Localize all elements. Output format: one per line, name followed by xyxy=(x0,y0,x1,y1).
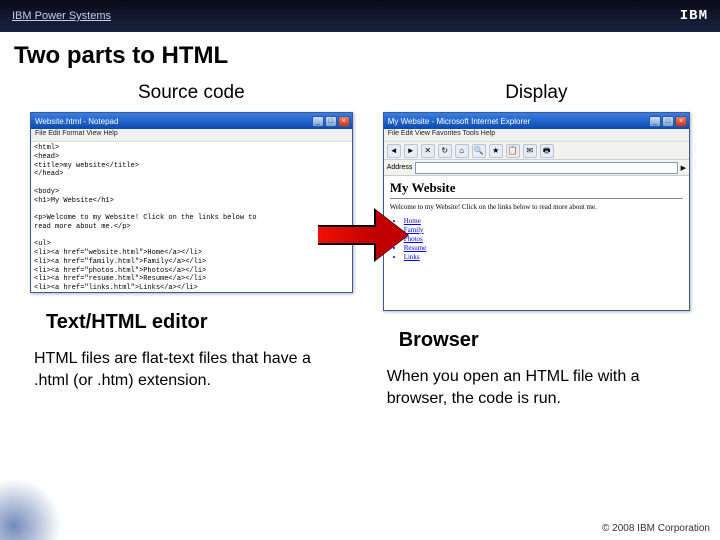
arrow-body-icon xyxy=(318,225,378,245)
list-item[interactable]: Links xyxy=(404,253,683,261)
browser-titlebar: My Website - Microsoft Internet Explorer… xyxy=(384,113,689,129)
list-item[interactable]: Resume xyxy=(404,244,683,252)
left-label: Source code xyxy=(138,82,245,104)
history-icon[interactable]: 📋 xyxy=(506,144,520,158)
notepad-menubar[interactable]: File Edit Format View Help xyxy=(31,129,352,142)
maximize-icon[interactable]: □ xyxy=(325,116,337,127)
ibm-logo: IBM xyxy=(680,8,708,24)
address-bar: Address ▶ xyxy=(384,160,689,176)
address-input[interactable] xyxy=(415,162,677,174)
footer-decoration xyxy=(0,470,70,540)
page-intro: Welcome to my Website! Click on the link… xyxy=(390,203,683,211)
browser-window: My Website - Microsoft Internet Explorer… xyxy=(383,112,690,311)
address-label: Address xyxy=(387,164,413,171)
go-icon[interactable]: ▶ xyxy=(681,164,686,172)
slide-header: IBM Power Systems IBM xyxy=(0,0,720,32)
window-controls: _ □ × xyxy=(312,116,350,127)
close-icon[interactable]: × xyxy=(675,116,687,127)
right-label: Display xyxy=(505,82,567,104)
browser-title: My Website - Microsoft Internet Explorer xyxy=(388,117,531,126)
close-icon[interactable]: × xyxy=(338,116,350,127)
left-desc: HTML files are flat-text files that have… xyxy=(30,348,353,391)
divider xyxy=(390,198,683,199)
arrow-head-icon xyxy=(376,210,408,260)
browser-toolbar: ◄ ► ✕ ↻ ⌂ 🔍 ★ 📋 ✉ 🖶 xyxy=(384,142,689,160)
browser-content: My Website Welcome to my Website! Click … xyxy=(384,176,689,310)
search-icon[interactable]: 🔍 xyxy=(472,144,486,158)
window-controls: _ □ × xyxy=(649,116,687,127)
refresh-icon[interactable]: ↻ xyxy=(438,144,452,158)
notepad-window: Website.html - Notepad _ □ × File Edit F… xyxy=(30,112,353,293)
right-column: Display My Website - Microsoft Internet … xyxy=(383,76,690,409)
maximize-icon[interactable]: □ xyxy=(662,116,674,127)
back-icon[interactable]: ◄ xyxy=(387,144,401,158)
notepad-content: <html> <head> <title>my website</title> … xyxy=(31,142,352,292)
print-icon[interactable]: 🖶 xyxy=(540,144,554,158)
browser-menubar[interactable]: File Edit View Favorites Tools Help xyxy=(384,129,689,142)
minimize-icon[interactable]: _ xyxy=(649,116,661,127)
left-column: Source code Website.html - Notepad _ □ ×… xyxy=(30,76,353,409)
favorites-icon[interactable]: ★ xyxy=(489,144,503,158)
list-item[interactable]: Home xyxy=(404,217,683,225)
mail-icon[interactable]: ✉ xyxy=(523,144,537,158)
slide-title: Two parts to HTML xyxy=(0,32,720,76)
notepad-titlebar: Website.html - Notepad _ □ × xyxy=(31,113,352,129)
arrow-graphic xyxy=(318,210,408,260)
left-subtitle: Text/HTML editor xyxy=(30,311,207,334)
right-subtitle: Browser xyxy=(383,329,479,352)
link-list: Home Family Photos Resume Links xyxy=(390,217,683,261)
minimize-icon[interactable]: _ xyxy=(312,116,324,127)
copyright-text: © 2008 IBM Corporation xyxy=(602,523,710,534)
notepad-title: Website.html - Notepad xyxy=(35,117,118,126)
header-brand: IBM Power Systems xyxy=(12,10,111,22)
right-desc: When you open an HTML file with a browse… xyxy=(383,366,690,409)
list-item[interactable]: Family xyxy=(404,226,683,234)
stop-icon[interactable]: ✕ xyxy=(421,144,435,158)
forward-icon[interactable]: ► xyxy=(404,144,418,158)
page-heading: My Website xyxy=(390,180,683,196)
list-item[interactable]: Photos xyxy=(404,235,683,243)
home-icon[interactable]: ⌂ xyxy=(455,144,469,158)
